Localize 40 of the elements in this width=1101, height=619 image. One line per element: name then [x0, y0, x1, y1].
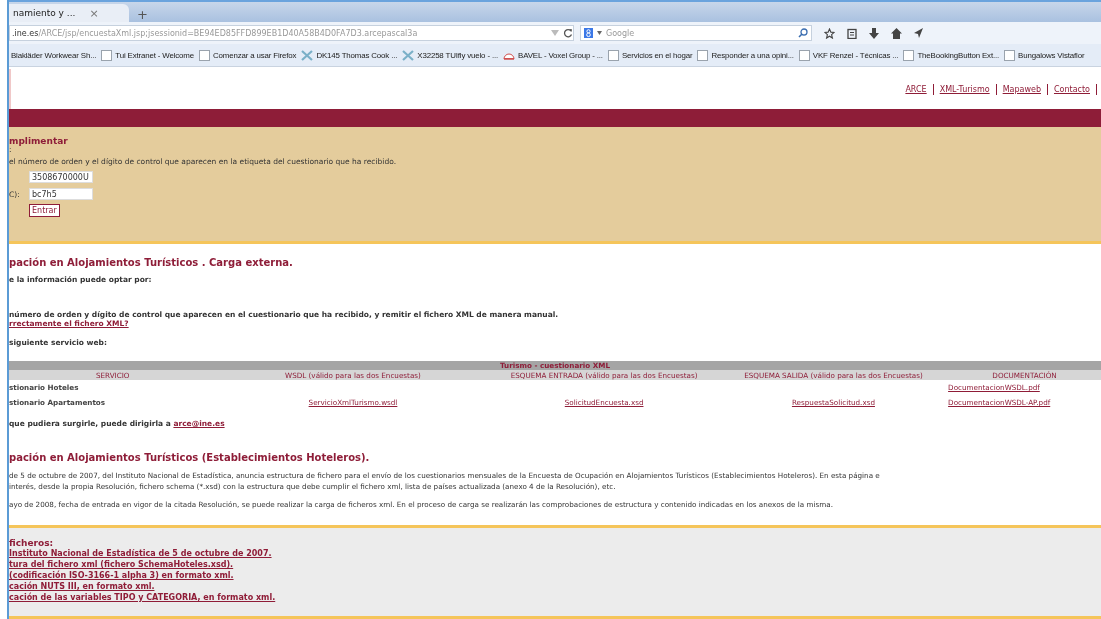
page-icon: [1004, 49, 1016, 61]
page-icon: [903, 49, 915, 61]
logo-icon: [503, 50, 516, 60]
page-icon: [607, 49, 619, 61]
send-icon[interactable]: [914, 27, 923, 38]
nav-link[interactable]: Mapaweb: [1002, 84, 1041, 94]
airplane-icon: [301, 49, 314, 61]
form-title: mplimentar: [9, 136, 69, 146]
download-icon[interactable]: [869, 27, 879, 39]
nav-link[interactable]: XML-Turismo: [939, 84, 990, 94]
home-icon[interactable]: [891, 27, 902, 39]
new-tab-button[interactable]: +: [129, 7, 156, 22]
input-field[interactable]: 3508670000U: [29, 171, 93, 183]
file-link[interactable]: cación de las variables TIPO y CATEGORIA, en formato xml.: [9, 592, 1101, 603]
nav-link[interactable]: Contacto: [1053, 84, 1090, 94]
file-link[interactable]: tura del fichero xml (fichero SchemaHoteles.xsd).: [9, 559, 1101, 570]
page-icon: [101, 49, 113, 61]
files-title: ficheros:: [9, 538, 55, 548]
enter-button[interactable]: Entrar: [29, 204, 60, 217]
file-link[interactable]: cación NUTS III, en formato xml.: [9, 581, 1101, 592]
close-icon[interactable]: ×: [89, 6, 99, 20]
search-engine-icon[interactable]: [584, 28, 593, 38]
section-heading: pación en Alojamientos Turísticos . Carga externa.: [9, 257, 294, 268]
input-field[interactable]: bc7h5: [29, 188, 93, 200]
reload-icon[interactable]: [563, 28, 573, 38]
url-text[interactable]: .ine.es/ARCE/jsp/encuestaXml.jsp;jsessionid=BE94ED85FFD899EB1D40A58B4D0FA7D3.arcepascal3a: [12, 28, 418, 38]
star-icon[interactable]: [824, 27, 835, 39]
browser-tab[interactable]: namiento y ... ×: [9, 4, 129, 22]
search-icon[interactable]: [798, 28, 808, 38]
nav-link[interactable]: ARCE: [905, 84, 927, 94]
caret-icon[interactable]: [597, 31, 602, 35]
page-icon: [697, 49, 709, 61]
section-heading: pación en Alojamientos Turísticos (Establecimientos Hoteleros).: [9, 452, 371, 463]
page-icon: [199, 49, 210, 61]
file-link[interactable]: (codificación ISO-3166-1 alpha 3) en formato xml.: [9, 570, 1101, 581]
airplane-icon: [402, 49, 415, 61]
address-bar[interactable]: .ine.es/ARCE/jsp/encuestaXml.jsp;jsessionid=BE94ED85FFD899EB1D40A58B4D0FA7D3.arcepascal3a: [9, 25, 574, 41]
page-icon: [798, 49, 810, 61]
file-link[interactable]: Instituto Nacional de Estadística de 5 de octubre de 2007.: [9, 548, 1101, 559]
clipboard-icon[interactable]: [847, 27, 857, 39]
